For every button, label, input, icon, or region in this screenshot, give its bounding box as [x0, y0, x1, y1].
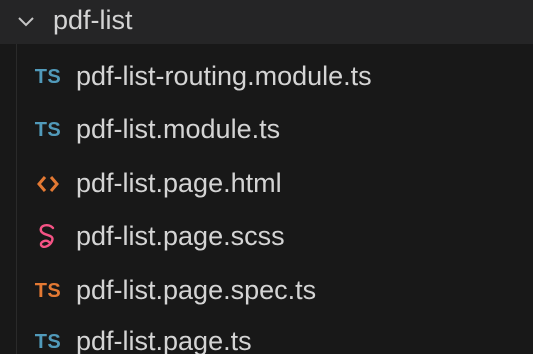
html-icon: [28, 167, 68, 201]
file-label: pdf-list.page.scss: [76, 221, 285, 251]
file-label: pdf-list-routing.module.ts: [76, 61, 372, 91]
typescript-icon: TS: [34, 118, 62, 141]
file-item-pdf-list-page-spec-ts[interactable]: TS pdf-list.page.spec.ts: [0, 264, 533, 318]
folder-row-pdf-list[interactable]: pdf-list: [0, 0, 533, 44]
file-item-pdf-list-page-ts[interactable]: TS pdf-list.page.ts: [0, 315, 533, 354]
file-item-pdf-list-page-html[interactable]: pdf-list.page.html: [0, 157, 533, 211]
file-label: pdf-list.page.ts: [76, 326, 252, 354]
chevron-down-icon: [18, 17, 34, 27]
file-label: pdf-list.page.spec.ts: [76, 275, 317, 305]
typescript-icon: TS: [34, 330, 62, 353]
file-item-pdf-list-page-scss[interactable]: pdf-list.page.scss: [0, 210, 533, 264]
file-label: pdf-list.page.html: [76, 168, 282, 198]
file-label: pdf-list.module.ts: [76, 114, 281, 144]
folder-label: pdf-list: [53, 5, 133, 35]
file-item-pdf-list-module-ts[interactable]: TS pdf-list.module.ts: [0, 103, 533, 157]
file-explorer: pdf-list TS pdf-list-routing.module.ts T…: [0, 0, 533, 354]
typescript-icon: TS: [34, 65, 62, 88]
typescript-spec-icon: TS: [34, 279, 62, 302]
sass-icon: [28, 220, 68, 254]
file-item-pdf-list-routing-module-ts[interactable]: TS pdf-list-routing.module.ts: [0, 50, 533, 104]
